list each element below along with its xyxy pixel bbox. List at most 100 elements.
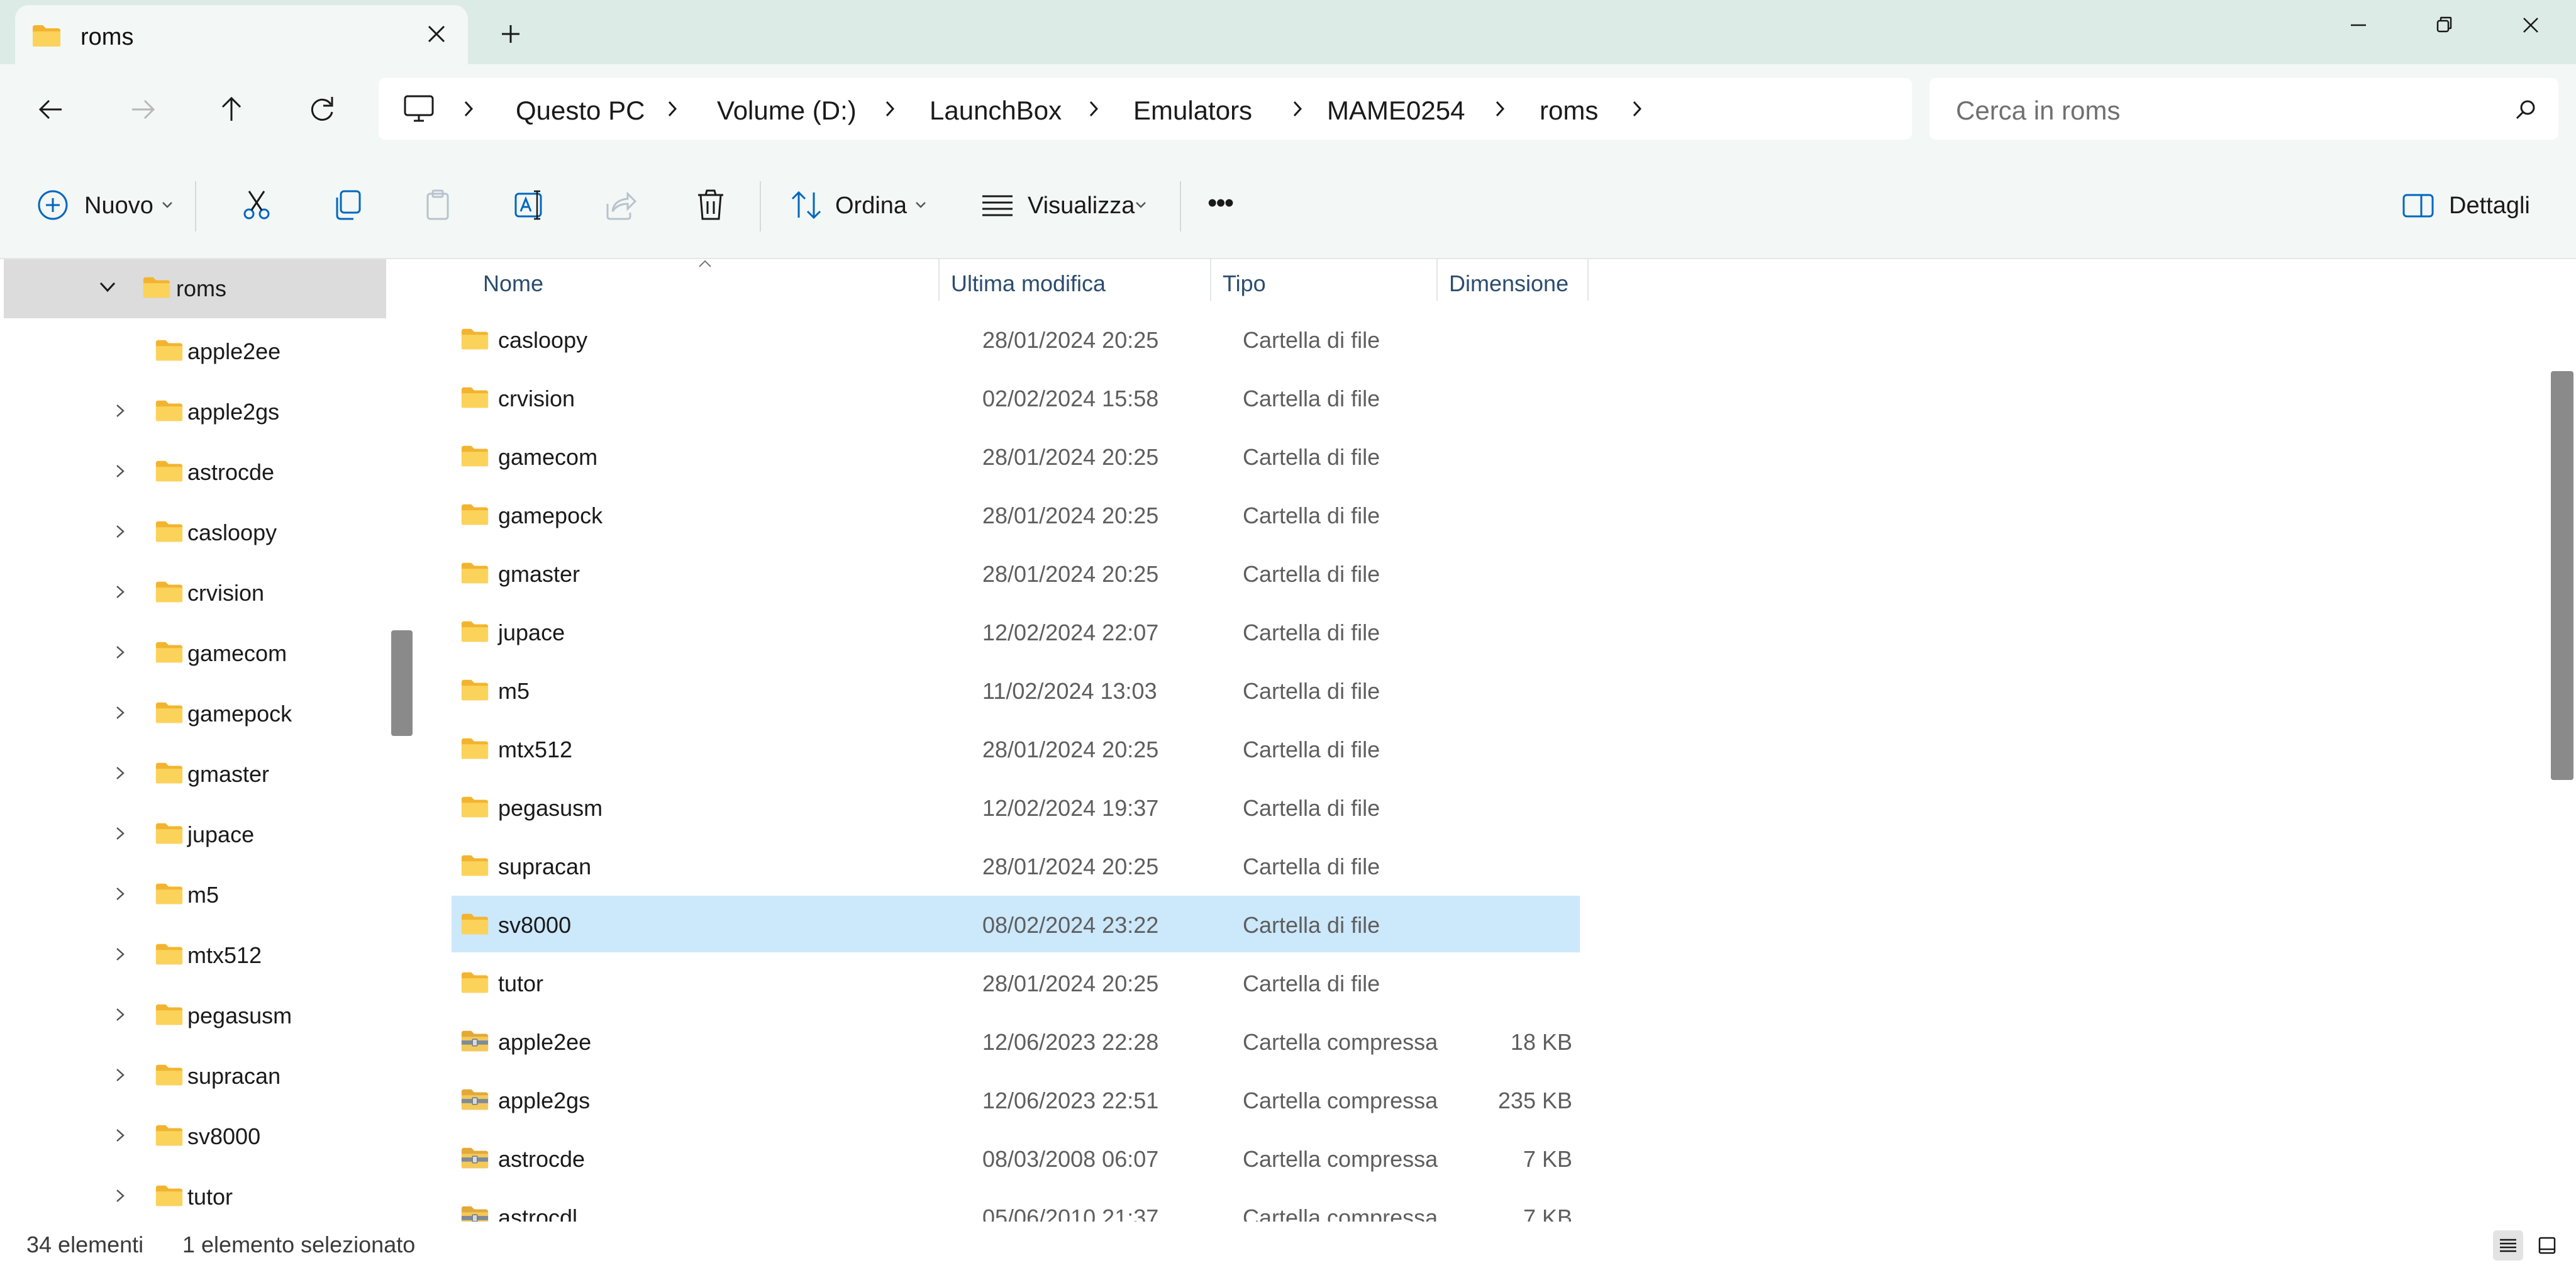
chevron-right-icon[interactable]: [459, 97, 478, 121]
column-divider[interactable]: [1210, 259, 1211, 301]
maximize-icon[interactable]: [2431, 13, 2457, 38]
tree-item[interactable]: m5: [0, 863, 390, 923]
nav-scrollbar-thumb[interactable]: [391, 630, 413, 736]
tree-item[interactable]: apple2gs: [0, 380, 390, 440]
table-row[interactable]: tutor 28/01/2024 20:25 Cartella di file: [452, 954, 1580, 1011]
up-icon[interactable]: [214, 92, 249, 127]
chevron-right-icon[interactable]: [113, 403, 127, 419]
tree-item[interactable]: astrocde: [0, 440, 390, 501]
table-row[interactable]: gamepock 28/01/2024 20:25 Cartella di file: [452, 486, 1580, 543]
tiles-view-button[interactable]: [2532, 1230, 2562, 1261]
view-button[interactable]: Visualizza: [1028, 192, 1135, 220]
tree-item[interactable]: mtx512: [0, 923, 390, 984]
breadcrumb-questo-pc[interactable]: Questo PC: [516, 96, 645, 126]
chevron-down-icon[interactable]: [914, 200, 927, 210]
chevron-right-icon[interactable]: [113, 825, 127, 842]
back-icon[interactable]: [34, 92, 69, 127]
column-header-type[interactable]: Tipo: [1223, 270, 1266, 297]
table-row[interactable]: jupace 12/02/2024 22:07 Cartella di file: [452, 603, 1580, 660]
table-row[interactable]: pegasusm 12/02/2024 19:37 Cartella di file: [452, 779, 1580, 835]
table-row[interactable]: m5 11/02/2024 13:03 Cartella di file: [452, 662, 1580, 718]
table-row[interactable]: crvision 02/02/2024 15:58 Cartella di file: [452, 369, 1580, 426]
column-header-modified[interactable]: Ultima modifica: [951, 270, 1106, 297]
details-button[interactable]: Dettagli: [2449, 192, 2530, 220]
chevron-right-icon[interactable]: [113, 644, 127, 660]
close-tab-icon[interactable]: [424, 21, 449, 47]
table-row-selected[interactable]: sv8000 08/02/2024 23:22 Cartella di file: [452, 896, 1580, 952]
chevron-right-icon[interactable]: [113, 946, 127, 962]
chevron-right-icon[interactable]: [113, 1127, 127, 1144]
breadcrumb-emulators[interactable]: Emulators: [1133, 96, 1252, 126]
tree-item[interactable]: crvision: [0, 561, 390, 621]
column-divider[interactable]: [1587, 259, 1589, 301]
column-divider[interactable]: [938, 259, 940, 301]
paste-icon[interactable]: [420, 187, 455, 223]
chevron-right-icon[interactable]: [113, 1006, 127, 1023]
chevron-right-icon[interactable]: [113, 1188, 127, 1204]
copy-icon[interactable]: [330, 187, 365, 223]
details-view-button[interactable]: [2493, 1230, 2523, 1261]
address-bar[interactable]: Questo PC Volume (D:) LaunchBox Emulator…: [379, 78, 1912, 140]
share-icon[interactable]: [602, 187, 638, 223]
chevron-right-icon[interactable]: [113, 705, 127, 721]
breadcrumb-volume-d[interactable]: Volume (D:): [717, 96, 857, 126]
table-row[interactable]: casloopy 28/01/2024 20:25 Cartella di file: [452, 311, 1580, 367]
sort-icon[interactable]: [789, 187, 824, 223]
breadcrumb-roms[interactable]: roms: [1540, 96, 1598, 126]
forward-icon[interactable]: [125, 92, 160, 127]
chevron-right-icon[interactable]: [113, 886, 127, 902]
table-row[interactable]: astrocde 08/03/2008 06:07 Cartella compres…: [452, 1130, 1580, 1186]
table-row[interactable]: apple2ee 12/06/2023 22:28 Cartella compres…: [452, 1013, 1580, 1069]
cut-icon[interactable]: [239, 187, 274, 223]
column-header-size[interactable]: Dimensione: [1449, 270, 1568, 297]
chevron-right-icon[interactable]: [113, 523, 127, 540]
new-tab-icon[interactable]: [498, 21, 523, 47]
chevron-right-icon[interactable]: [113, 584, 127, 600]
tree-item-roms[interactable]: roms: [4, 259, 386, 318]
tree-item[interactable]: sv8000: [0, 1105, 390, 1165]
tab-roms[interactable]: roms: [15, 5, 468, 64]
tree-item[interactable]: gamecom: [0, 621, 390, 682]
tree-item[interactable]: gmaster: [0, 742, 390, 803]
tree-item[interactable]: jupace: [0, 803, 390, 863]
nav-scrollbar[interactable]: [389, 259, 419, 1222]
delete-icon[interactable]: [693, 187, 728, 223]
tree-item[interactable]: supracan: [0, 1044, 390, 1105]
minimize-icon[interactable]: [2346, 13, 2371, 38]
chevron-right-icon[interactable]: [1491, 97, 1509, 121]
table-row[interactable]: gmaster 28/01/2024 20:25 Cartella di file: [452, 545, 1580, 601]
table-row[interactable]: mtx512 28/01/2024 20:25 Cartella di file: [452, 720, 1580, 777]
breadcrumb-mame0254[interactable]: MAME0254: [1327, 96, 1465, 126]
file-list-scrollbar-thumb[interactable]: [2551, 371, 2573, 780]
table-row[interactable]: gamecom 28/01/2024 20:25 Cartella di file: [452, 428, 1580, 484]
sort-button[interactable]: Ordina: [835, 192, 907, 220]
column-divider[interactable]: [1436, 259, 1438, 301]
search-input[interactable]: Cerca in roms: [1929, 78, 2558, 140]
new-button[interactable]: Nuovo: [84, 192, 153, 220]
chevron-right-icon[interactable]: [113, 463, 127, 479]
column-header-name[interactable]: Nome: [483, 270, 543, 297]
tree-item[interactable]: pegasusm: [0, 984, 390, 1044]
details-pane-icon[interactable]: [2401, 187, 2436, 223]
breadcrumb-launchbox[interactable]: LaunchBox: [930, 96, 1062, 126]
chevron-down-icon[interactable]: [161, 200, 174, 210]
search-icon[interactable]: [2513, 97, 2538, 122]
chevron-down-icon[interactable]: [1135, 200, 1147, 210]
chevron-right-icon[interactable]: [113, 1067, 127, 1083]
view-icon[interactable]: [980, 187, 1015, 223]
table-row[interactable]: apple2gs 12/06/2023 22:51 Cartella compres…: [452, 1071, 1580, 1128]
tree-item[interactable]: apple2ee: [0, 320, 390, 380]
new-icon[interactable]: [35, 187, 70, 223]
chevron-right-icon[interactable]: [1288, 97, 1307, 121]
tree-item[interactable]: gamepock: [0, 682, 390, 742]
close-icon[interactable]: [2518, 13, 2543, 38]
tree-item[interactable]: tutor: [0, 1165, 390, 1222]
tree-item[interactable]: casloopy: [0, 501, 390, 561]
table-row[interactable]: supracan 28/01/2024 20:25 Cartella di file: [452, 837, 1580, 894]
chevron-right-icon[interactable]: [663, 97, 682, 121]
chevron-right-icon[interactable]: [1084, 97, 1103, 121]
chevron-down-icon[interactable]: [98, 279, 117, 296]
rename-icon[interactable]: [512, 187, 547, 223]
chevron-right-icon[interactable]: [880, 97, 899, 121]
more-options-button[interactable]: •••: [1208, 187, 1234, 219]
